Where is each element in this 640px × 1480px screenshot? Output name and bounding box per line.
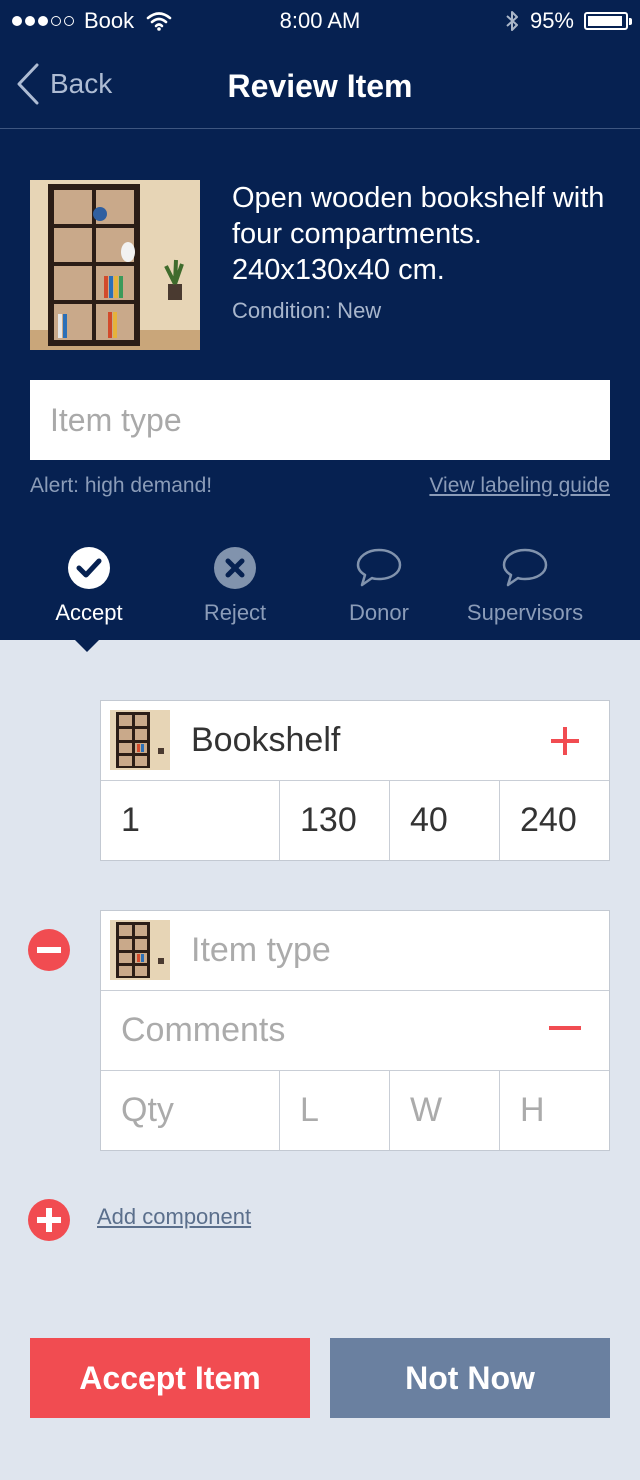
width-field[interactable]: 40 bbox=[390, 781, 500, 860]
comments-field[interactable]: Comments bbox=[121, 991, 285, 1070]
component-thumbnail bbox=[110, 920, 170, 980]
bluetooth-icon bbox=[506, 11, 518, 31]
chat-bubble-icon bbox=[356, 548, 402, 587]
component-comments-row: Comments bbox=[101, 991, 609, 1071]
plus-icon[interactable] bbox=[549, 725, 581, 757]
minus-icon[interactable] bbox=[549, 1025, 581, 1033]
qty-field[interactable]: Qty bbox=[101, 1071, 280, 1150]
component-card: Bookshelf 1 130 40 240 bbox=[100, 700, 610, 861]
tab-supervisors[interactable]: Supervisors bbox=[450, 540, 600, 626]
component-thumbnail bbox=[110, 710, 170, 770]
add-component-button[interactable] bbox=[28, 1199, 70, 1241]
tab-label: Donor bbox=[349, 600, 409, 625]
action-tabs: Accept Reject Donor Supervisors bbox=[0, 540, 640, 640]
item-type-input[interactable] bbox=[30, 380, 610, 460]
demand-alert: Alert: high demand! bbox=[30, 474, 213, 497]
tab-label: Supervisors bbox=[466, 600, 584, 625]
item-condition: Condition: New bbox=[232, 298, 382, 323]
status-bar: Book 8:00 AM 95% bbox=[0, 0, 640, 40]
active-tab-indicator bbox=[73, 638, 101, 652]
component-type-row: Item type bbox=[101, 911, 609, 991]
component-card: Item type Comments Qty L W H bbox=[100, 910, 610, 1151]
x-circle-icon bbox=[214, 547, 256, 589]
component-type[interactable]: Bookshelf bbox=[191, 701, 340, 780]
tab-donor[interactable]: Donor bbox=[304, 540, 454, 626]
accept-item-button[interactable]: Accept Item bbox=[30, 1338, 310, 1418]
qty-field[interactable]: 1 bbox=[101, 781, 280, 860]
battery-percent: 95% bbox=[529, 8, 574, 33]
item-photo bbox=[30, 180, 200, 350]
header: Book 8:00 AM 95% Back Review Item Open w… bbox=[0, 0, 640, 640]
check-circle-icon bbox=[68, 547, 110, 589]
page-title: Review Item bbox=[227, 68, 413, 104]
item-description: Open wooden bookshelf with four compartm… bbox=[232, 182, 605, 286]
tab-label: Reject bbox=[203, 600, 267, 625]
height-field[interactable]: H bbox=[500, 1071, 609, 1150]
add-component-link[interactable]: Add component bbox=[97, 1204, 251, 1230]
height-field[interactable]: 240 bbox=[500, 781, 609, 860]
tab-label: Accept bbox=[55, 600, 123, 625]
nav-bar: Back Review Item bbox=[0, 40, 640, 129]
component-type-field[interactable]: Item type bbox=[191, 911, 331, 990]
remove-component-button[interactable] bbox=[28, 929, 70, 971]
not-now-button[interactable]: Not Now bbox=[330, 1338, 610, 1418]
labeling-guide-link[interactable]: View labeling guide bbox=[429, 474, 610, 498]
length-field[interactable]: 130 bbox=[280, 781, 390, 860]
width-field[interactable]: W bbox=[390, 1071, 500, 1150]
component-dimensions-row: Qty L W H bbox=[101, 1071, 609, 1150]
chat-bubble-icon bbox=[502, 548, 548, 587]
tab-reject[interactable]: Reject bbox=[160, 540, 310, 626]
component-type-row: Bookshelf bbox=[101, 701, 609, 781]
length-field[interactable]: L bbox=[280, 1071, 390, 1150]
battery-icon bbox=[584, 12, 632, 30]
tab-accept[interactable]: Accept bbox=[14, 540, 164, 626]
component-dimensions-row: 1 130 40 240 bbox=[101, 781, 609, 860]
